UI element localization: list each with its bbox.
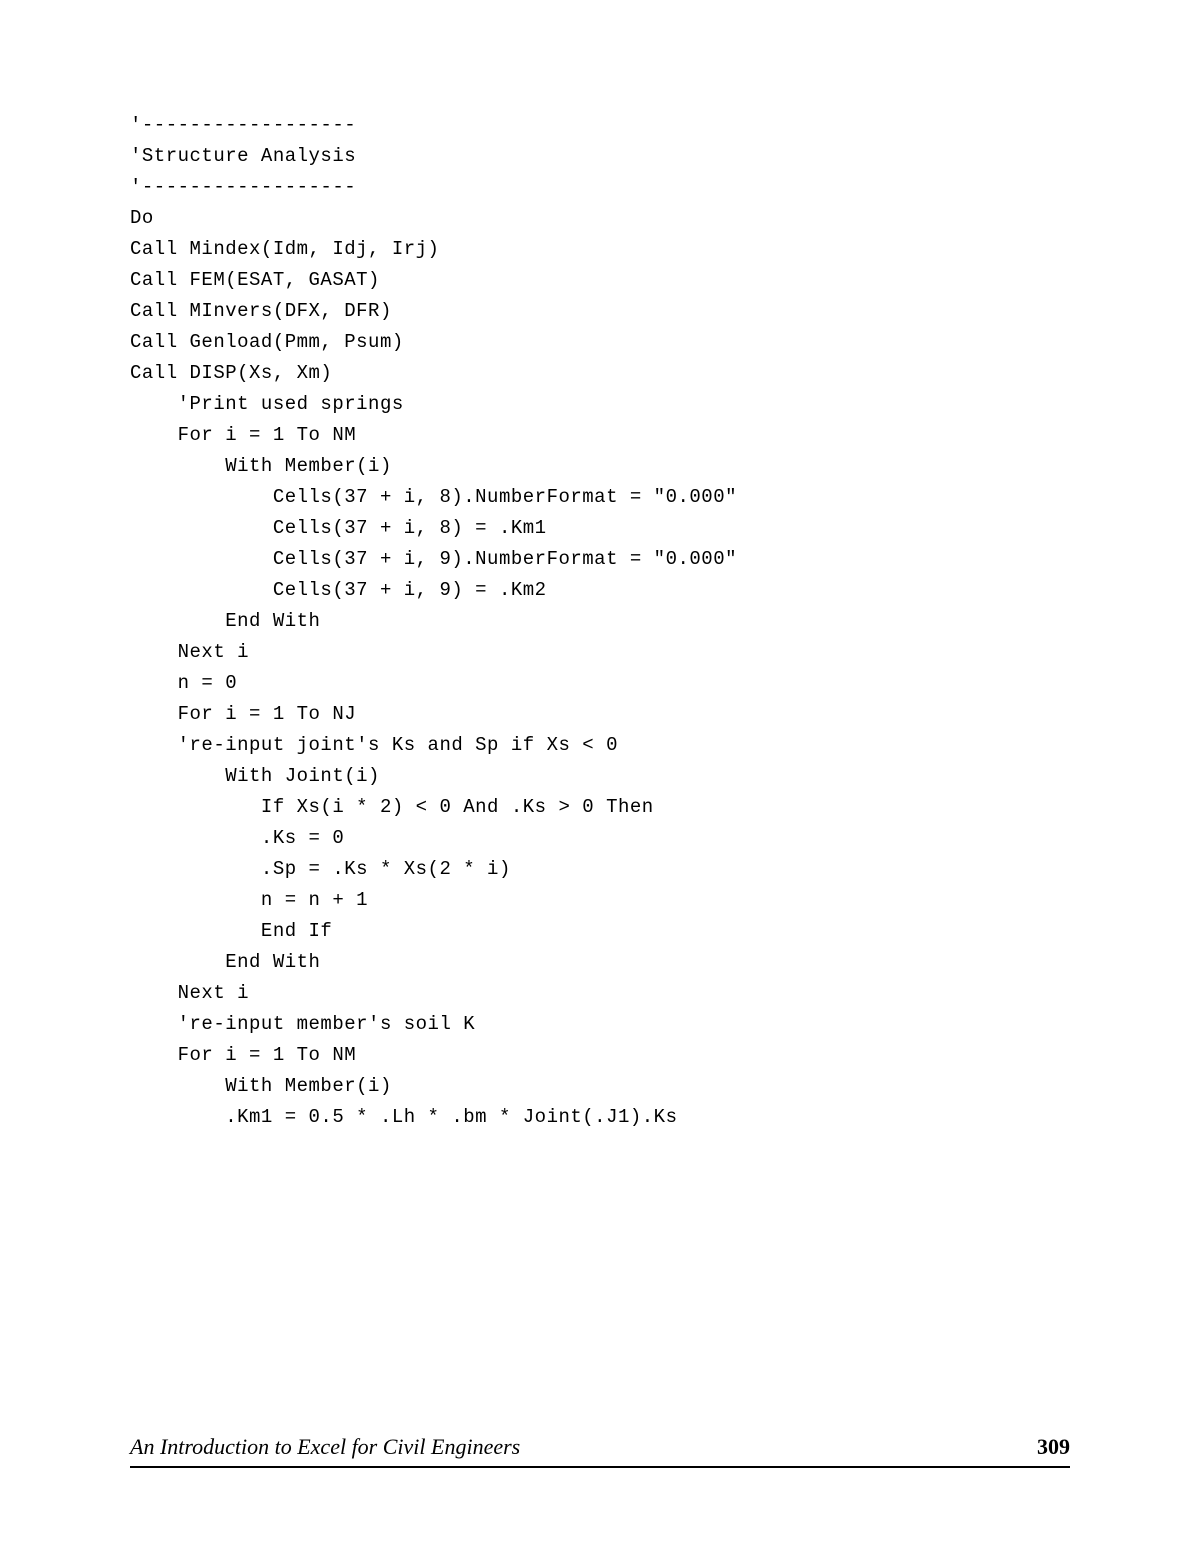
footer-book-title: An Introduction to Excel for Civil Engin… (130, 1434, 520, 1460)
code-line: 'Structure Analysis (130, 141, 1070, 172)
code-line: End If (130, 916, 1070, 947)
code-line: n = n + 1 (130, 885, 1070, 916)
code-line: Call DISP(Xs, Xm) (130, 358, 1070, 389)
footer-page-number: 309 (1037, 1434, 1070, 1460)
code-line: Cells(37 + i, 8) = .Km1 (130, 513, 1070, 544)
page-footer: An Introduction to Excel for Civil Engin… (130, 1434, 1070, 1468)
code-line: Cells(37 + i, 8).NumberFormat = "0.000" (130, 482, 1070, 513)
code-line: 're-input joint's Ks and Sp if Xs < 0 (130, 730, 1070, 761)
code-line: End With (130, 606, 1070, 637)
code-line: .Sp = .Ks * Xs(2 * i) (130, 854, 1070, 885)
code-line: For i = 1 To NJ (130, 699, 1070, 730)
code-line: With Member(i) (130, 1071, 1070, 1102)
code-line: If Xs(i * 2) < 0 And .Ks > 0 Then (130, 792, 1070, 823)
code-line: '------------------ (130, 172, 1070, 203)
code-line: '------------------ (130, 110, 1070, 141)
code-line: End With (130, 947, 1070, 978)
code-line: For i = 1 To NM (130, 420, 1070, 451)
code-line: With Joint(i) (130, 761, 1070, 792)
code-line: Call Genload(Pmm, Psum) (130, 327, 1070, 358)
code-line: Call Mindex(Idm, Idj, Irj) (130, 234, 1070, 265)
code-line: .Km1 = 0.5 * .Lh * .bm * Joint(.J1).Ks (130, 1102, 1070, 1133)
code-line: Cells(37 + i, 9) = .Km2 (130, 575, 1070, 606)
code-line: 'Print used springs (130, 389, 1070, 420)
code-line: With Member(i) (130, 451, 1070, 482)
code-line: Cells(37 + i, 9).NumberFormat = "0.000" (130, 544, 1070, 575)
code-line: Call FEM(ESAT, GASAT) (130, 265, 1070, 296)
code-line: For i = 1 To NM (130, 1040, 1070, 1071)
page-content: '------------------ 'Structure Analysis … (0, 0, 1200, 1133)
code-line: Do (130, 203, 1070, 234)
code-line: .Ks = 0 (130, 823, 1070, 854)
code-line: n = 0 (130, 668, 1070, 699)
code-line: Next i (130, 637, 1070, 668)
code-line: 're-input member's soil K (130, 1009, 1070, 1040)
code-line: Call MInvers(DFX, DFR) (130, 296, 1070, 327)
code-line: Next i (130, 978, 1070, 1009)
